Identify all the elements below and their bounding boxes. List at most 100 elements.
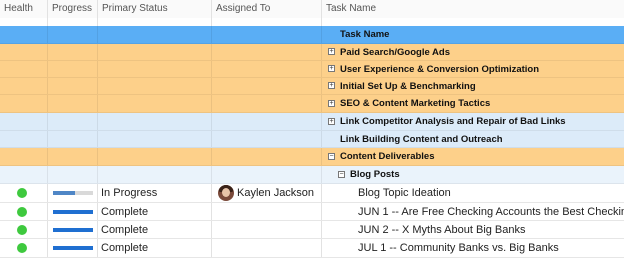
- status-cell[interactable]: [98, 78, 212, 94]
- health-cell: [0, 61, 48, 77]
- section-row[interactable]: + Paid Search/Google Ads: [0, 44, 624, 61]
- section-row[interactable]: Task Name: [0, 26, 624, 44]
- assigned-cell[interactable]: Kaylen Jackson: [212, 184, 322, 202]
- task-name-cell[interactable]: + User Experience & Conversion Optimizati…: [322, 61, 624, 77]
- status-cell[interactable]: [98, 166, 212, 183]
- table-row[interactable]: Complete JUL 1 -- Community Banks vs. Big…: [0, 239, 624, 258]
- status-cell[interactable]: [98, 95, 212, 112]
- primary-status-value: Complete: [101, 223, 149, 236]
- collapse-icon[interactable]: −: [328, 152, 335, 160]
- table-row[interactable]: Complete JUN 1 -- Are Free Checking Accou…: [0, 203, 624, 221]
- table-row[interactable]: Complete JUN 2 -- X Myths About Big Banks: [0, 221, 624, 239]
- task-name-cell[interactable]: JUL 1 -- Community Banks vs. Big Banks: [322, 239, 624, 257]
- health-cell: [0, 184, 48, 202]
- task-name-cell[interactable]: − Content Deliverables: [322, 148, 624, 165]
- section-row[interactable]: − Content Deliverables: [0, 148, 624, 166]
- primary-status-value: Complete: [101, 205, 149, 218]
- collapse-icon[interactable]: −: [338, 170, 345, 178]
- table-row[interactable]: In Progress Kaylen Jackson Blog Topic Idea…: [0, 184, 624, 203]
- progress-cell: [48, 184, 98, 202]
- expand-icon[interactable]: +: [328, 82, 335, 89]
- status-cell[interactable]: Complete: [98, 239, 212, 257]
- task-name-cell[interactable]: + Paid Search/Google Ads: [322, 44, 624, 60]
- progress-cell: [48, 221, 98, 238]
- spacer-cell: [48, 18, 98, 26]
- status-cell[interactable]: [98, 131, 212, 147]
- health-status-icon: [17, 188, 27, 198]
- section-row[interactable]: + Link Competitor Analysis and Repair of …: [0, 113, 624, 131]
- assigned-cell[interactable]: [212, 95, 322, 112]
- task-name: JUL 1 -- Community Banks vs. Big Banks: [358, 242, 559, 254]
- progress-bar: [53, 246, 93, 250]
- spacer-cell: [98, 18, 212, 26]
- column-header-progress[interactable]: Progress: [48, 0, 98, 18]
- expand-icon[interactable]: +: [328, 48, 335, 55]
- status-cell[interactable]: [98, 61, 212, 77]
- progress-cell: [48, 166, 98, 183]
- task-name-cell[interactable]: JUN 1 -- Are Free Checking Accounts the …: [322, 203, 624, 220]
- task-name-cell[interactable]: − Blog Posts: [322, 166, 624, 183]
- expand-icon[interactable]: +: [328, 99, 335, 107]
- progress-cell: [48, 113, 98, 130]
- assigned-cell[interactable]: [212, 166, 322, 183]
- assigned-cell[interactable]: [212, 44, 322, 60]
- expand-icon[interactable]: +: [328, 65, 335, 72]
- column-header-health[interactable]: Health: [0, 0, 48, 18]
- task-name-cell[interactable]: + SEO & Content Marketing Tactics: [322, 95, 624, 112]
- status-cell[interactable]: Complete: [98, 221, 212, 238]
- progress-bar: [53, 209, 93, 214]
- status-cell[interactable]: Complete: [98, 203, 212, 220]
- task-name: Content Deliverables: [340, 151, 435, 162]
- section-row[interactable]: + SEO & Content Marketing Tactics: [0, 95, 624, 113]
- progress-cell: [48, 148, 98, 165]
- task-name-cell[interactable]: + Link Competitor Analysis and Repair of …: [322, 113, 624, 130]
- task-name-cell[interactable]: Blog Topic Ideation: [322, 184, 624, 202]
- progress-bar: [53, 191, 93, 195]
- task-name: Paid Search/Google Ads: [340, 46, 450, 58]
- progress-cell: [48, 95, 98, 112]
- task-name-cell[interactable]: Link Building Content and Outreach: [322, 131, 624, 147]
- status-cell[interactable]: In Progress: [98, 184, 212, 202]
- status-cell[interactable]: [98, 113, 212, 130]
- health-cell: [0, 95, 48, 112]
- assigned-cell[interactable]: [212, 239, 322, 257]
- health-cell: [0, 221, 48, 238]
- health-status-icon: [17, 224, 27, 235]
- task-name: JUN 1 -- Are Free Checking Accounts the …: [358, 205, 624, 218]
- health-cell: [0, 131, 48, 147]
- column-header-row: Health Progress Primary Status Assigned …: [0, 0, 624, 19]
- status-cell[interactable]: [98, 44, 212, 60]
- task-name-cell[interactable]: JUN 2 -- X Myths About Big Banks: [322, 221, 624, 238]
- section-row[interactable]: Link Building Content and Outreach: [0, 131, 624, 148]
- progress-cell: [48, 44, 98, 60]
- assigned-cell[interactable]: [212, 221, 322, 238]
- spacer-cell: [0, 18, 48, 26]
- health-cell: [0, 239, 48, 257]
- assigned-cell[interactable]: [212, 203, 322, 220]
- task-name: User Experience & Conversion Optimizatio…: [340, 63, 540, 75]
- column-header-task-name[interactable]: Task Name: [322, 0, 624, 18]
- health-status-icon: [17, 206, 27, 217]
- task-name-cell[interactable]: Task Name: [322, 26, 624, 43]
- assigned-cell[interactable]: [212, 113, 322, 130]
- assigned-cell[interactable]: [212, 148, 322, 165]
- task-name-cell[interactable]: + Initial Set Up & Benchmarking: [322, 78, 624, 94]
- column-header-primary-status[interactable]: Primary Status: [98, 0, 212, 18]
- assigned-cell[interactable]: [212, 78, 322, 94]
- column-header-assigned-to[interactable]: Assigned To: [212, 0, 322, 18]
- assigned-cell[interactable]: [212, 131, 322, 147]
- section-row[interactable]: + User Experience & Conversion Optimizati…: [0, 61, 624, 78]
- assigned-cell[interactable]: [212, 26, 322, 43]
- expand-icon[interactable]: +: [328, 117, 335, 125]
- status-cell[interactable]: [98, 148, 212, 165]
- health-cell: [0, 148, 48, 165]
- health-status-icon: [17, 243, 27, 253]
- health-cell: [0, 26, 48, 43]
- task-name: Blog Topic Ideation: [358, 187, 451, 199]
- assigned-cell[interactable]: [212, 61, 322, 77]
- status-cell[interactable]: [98, 26, 212, 43]
- progress-bar: [53, 227, 93, 232]
- section-row[interactable]: − Blog Posts: [0, 166, 624, 184]
- progress-cell: [48, 131, 98, 147]
- section-row[interactable]: + Initial Set Up & Benchmarking: [0, 78, 624, 95]
